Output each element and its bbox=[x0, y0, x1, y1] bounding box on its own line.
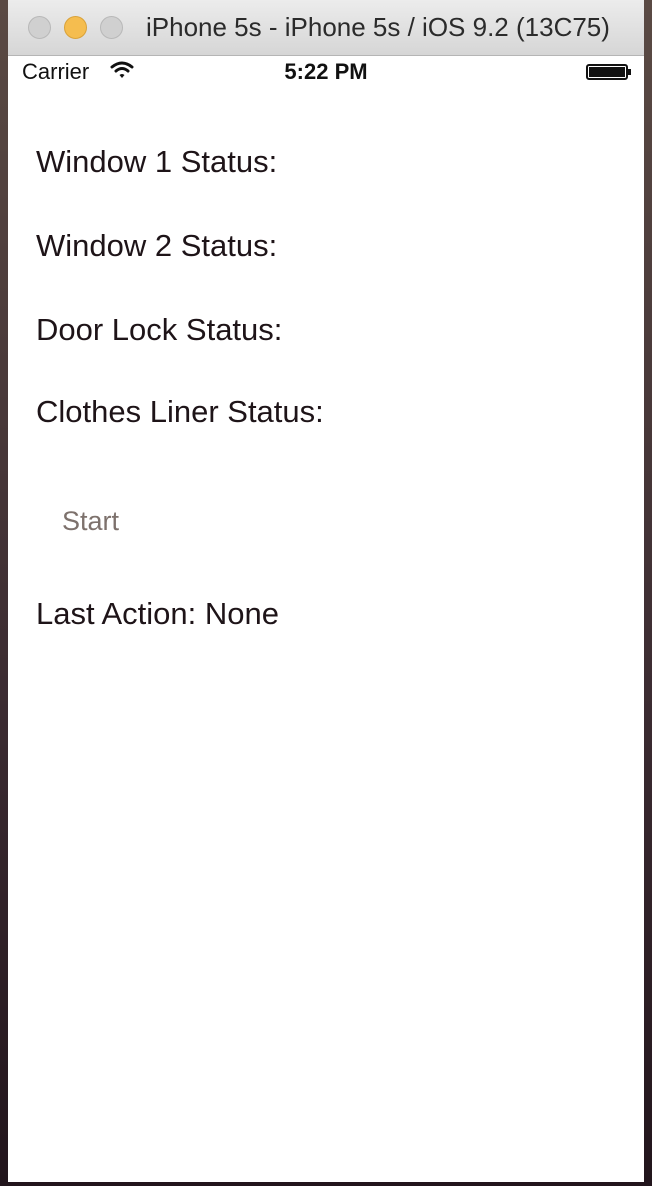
window-title: iPhone 5s - iPhone 5s / iOS 9.2 (13C75) bbox=[146, 12, 610, 42]
simulator-window: iPhone 5s - iPhone 5s / iOS 9.2 (13C75) … bbox=[0, 0, 652, 1186]
window1-status-label: Window 1 Status: bbox=[36, 144, 278, 179]
close-button[interactable] bbox=[28, 16, 51, 39]
start-button[interactable]: Start bbox=[62, 506, 119, 537]
window2-status-label: Window 2 Status: bbox=[36, 228, 278, 263]
minimize-button[interactable] bbox=[64, 16, 87, 39]
clothes-liner-status-label: Clothes Liner Status: bbox=[36, 394, 324, 429]
battery-icon bbox=[586, 64, 631, 80]
zoom-button[interactable] bbox=[100, 16, 123, 39]
title-bar: iPhone 5s - iPhone 5s / iOS 9.2 (13C75) bbox=[8, 0, 644, 56]
phone-screen: Carrier 5:22 PM Window 1 Status: Window … bbox=[8, 56, 644, 1182]
last-action-label: Last Action: None bbox=[36, 596, 279, 631]
status-bar: Carrier 5:22 PM bbox=[8, 56, 644, 88]
status-time: 5:22 PM bbox=[284, 59, 368, 84]
door-lock-status-label: Door Lock Status: bbox=[36, 312, 283, 347]
